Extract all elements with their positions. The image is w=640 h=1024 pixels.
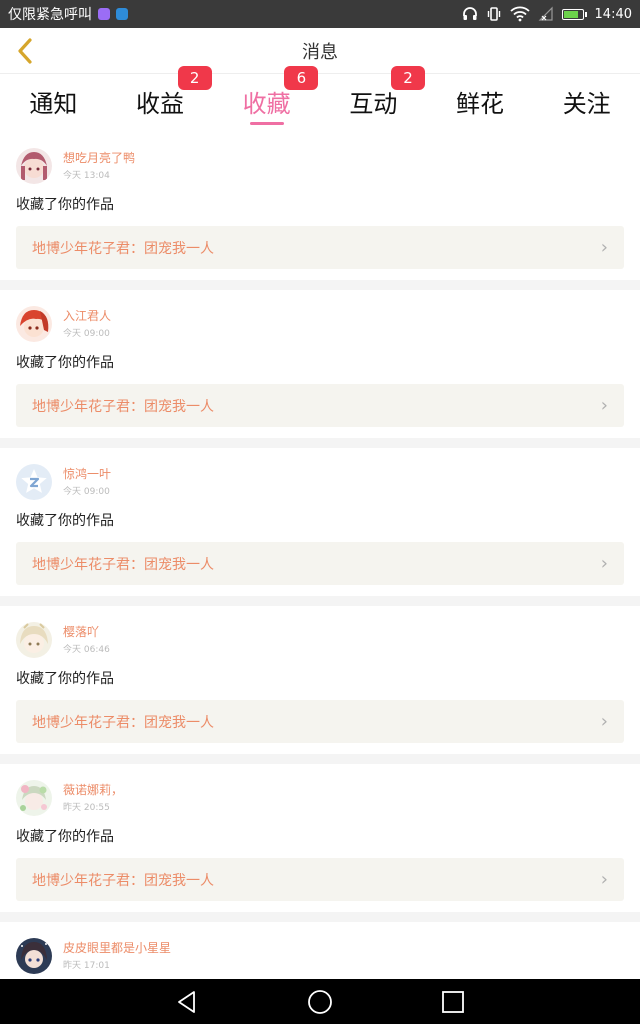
list-item: 入江君人今天 09:00 收藏了你的作品地博少年花子君：团宠我一人 ›	[0, 290, 640, 438]
tab-label: 收益	[136, 90, 184, 118]
chevron-right-icon: ›	[600, 395, 608, 416]
item-header: 入江君人今天 09:00	[16, 290, 624, 342]
user-name[interactable]: 入江君人	[63, 307, 111, 325]
timestamp: 昨天 20:55	[63, 803, 110, 813]
user-name[interactable]: 樱落吖	[63, 623, 110, 641]
user-name[interactable]: 薇诺娜莉，	[63, 781, 123, 799]
clock: 14:40	[594, 6, 632, 22]
headphones-icon	[462, 7, 477, 20]
page-title: 消息	[302, 41, 338, 63]
tab-label: 互动	[349, 90, 398, 118]
avatar[interactable]	[16, 622, 52, 658]
header: 消息	[0, 28, 640, 74]
timestamp: 今天 09:00	[63, 487, 110, 497]
tab-label: 通知	[29, 90, 78, 118]
action-text: 收藏了你的作品	[16, 829, 114, 845]
avatar[interactable]	[16, 148, 52, 184]
chevron-right-icon: ›	[600, 237, 608, 258]
avatar[interactable]	[16, 306, 52, 342]
tab-label: 关注	[562, 90, 611, 118]
action-text: 收藏了你的作品	[16, 671, 114, 687]
tab-label: 鲜花	[456, 90, 505, 118]
user-info: 薇诺娜莉， 昨天 20:55	[63, 781, 123, 815]
chevron-left-icon	[18, 38, 32, 64]
active-tab-indicator	[249, 122, 284, 125]
item-header: 皮皮眼里都是小星星昨天 17:01	[16, 922, 624, 974]
tab-3[interactable]: 互动 2	[320, 66, 427, 132]
tab-label: 收藏	[242, 90, 291, 118]
work-link[interactable]: 地博少年花子君：团宠我一人 ›	[16, 858, 624, 901]
chevron-right-icon: ›	[600, 711, 608, 732]
work-link[interactable]: 地博少年花子君：团宠我一人 ›	[16, 384, 624, 427]
battery-fill	[563, 10, 578, 18]
triangle-back-icon	[177, 990, 195, 1013]
tab-bar: 通知 收益 2 收藏 6 互动 2 鲜花 关注	[0, 66, 640, 132]
avatar[interactable]	[16, 464, 52, 500]
action-text: 收藏了你的作品	[16, 513, 114, 529]
user-info: 想吃月亮了鸭今天 13:04	[63, 149, 135, 183]
avatar[interactable]	[16, 780, 52, 816]
user-name[interactable]: 想吃月亮了鸭	[63, 149, 135, 167]
unread-badge: 2	[391, 66, 426, 90]
action-text: 收藏了你的作品	[16, 197, 114, 213]
item-header: 惊鸿一叶今天 09:00	[16, 448, 624, 500]
user-name[interactable]: 惊鸿一叶	[63, 465, 111, 483]
app-notification-icon-1	[98, 8, 110, 20]
tab-4[interactable]: 鲜花	[427, 74, 534, 132]
wifi-icon	[509, 6, 530, 22]
user-info: 皮皮眼里都是小星星昨天 17:01	[63, 939, 171, 973]
work-link[interactable]: 地博少年花子君：团宠我一人 ›	[16, 226, 624, 269]
nav-recents-button[interactable]	[433, 982, 473, 1022]
action-text: 收藏了你的作品	[16, 355, 114, 371]
back-button[interactable]	[8, 34, 42, 68]
vibrate-icon	[487, 7, 500, 21]
circle-home-icon	[308, 989, 332, 1014]
work-title: 地博少年花子君：团宠我一人	[32, 556, 214, 573]
carrier-text: 仅限紧急呼叫	[8, 7, 92, 23]
square-recents-icon	[442, 990, 465, 1013]
tab-1[interactable]: 收益 2	[107, 66, 214, 132]
list-item: 皮皮眼里都是小星星昨天 17:01收藏了你的作品地博少年花子君：团宠我一人›	[0, 922, 640, 979]
work-link[interactable]: 地博少年花子君：团宠我一人 ›	[16, 700, 624, 743]
work-title: 地博少年花子君：团宠我一人	[32, 398, 214, 415]
list-item: 樱落吖今天 06:46 收藏了你的作品地博少年花子君：团宠我一人 ›	[0, 606, 640, 754]
chevron-right-icon: ›	[600, 869, 608, 890]
status-right: 14:40	[462, 6, 632, 22]
unread-badge: 6	[284, 66, 319, 90]
user-info: 入江君人今天 09:00	[63, 307, 111, 341]
chevron-right-icon: ›	[600, 553, 608, 574]
item-header: 薇诺娜莉， 昨天 20:55	[16, 764, 624, 816]
user-info: 樱落吖今天 06:46	[63, 623, 110, 657]
list-item: 薇诺娜莉， 昨天 20:55 收藏了你的作品地博少年花子君：团宠我一人 ›	[0, 764, 640, 912]
work-link[interactable]: 地博少年花子君：团宠我一人 ›	[16, 542, 624, 585]
system-nav-bar	[0, 979, 640, 1024]
work-title: 地博少年花子君：团宠我一人	[32, 240, 214, 257]
timestamp: 今天 13:04	[63, 171, 110, 181]
item-header: 想吃月亮了鸭今天 13:04	[16, 132, 624, 184]
user-name[interactable]: 皮皮眼里都是小星星	[63, 939, 171, 957]
list-item: 想吃月亮了鸭今天 13:04 收藏了你的作品地博少年花子君：团宠我一人 ›	[0, 132, 640, 280]
unread-badge: 2	[177, 66, 212, 90]
nav-home-button[interactable]	[300, 982, 340, 1022]
status-bar: 仅限紧急呼叫 14:40	[0, 0, 640, 28]
tab-0[interactable]: 通知	[0, 74, 107, 132]
list-item: 惊鸿一叶今天 09:00 收藏了你的作品地博少年花子君：团宠我一人 ›	[0, 448, 640, 596]
battery-icon	[561, 8, 587, 20]
timestamp: 今天 06:46	[63, 645, 110, 655]
app-notification-icon-2	[116, 8, 128, 20]
tab-2[interactable]: 收藏 6	[213, 66, 320, 132]
status-left: 仅限紧急呼叫	[8, 4, 462, 24]
timestamp: 昨天 17:01	[63, 961, 110, 971]
avatar[interactable]	[16, 938, 52, 974]
work-title: 地博少年花子君：团宠我一人	[32, 714, 214, 731]
work-title: 地博少年花子君：团宠我一人	[32, 872, 214, 889]
nav-back-button[interactable]	[167, 982, 207, 1022]
timestamp: 今天 09:00	[63, 329, 110, 339]
user-info: 惊鸿一叶今天 09:00	[63, 465, 111, 499]
message-list: 想吃月亮了鸭 今天 13:04 收藏了你的作品 地博少年花子君：团宠我一人 › 入江君人今…	[0, 132, 640, 979]
item-header: 樱落吖今天 06:46	[16, 606, 624, 658]
tab-5[interactable]: 关注	[533, 74, 640, 132]
signal-icon	[538, 6, 553, 21]
